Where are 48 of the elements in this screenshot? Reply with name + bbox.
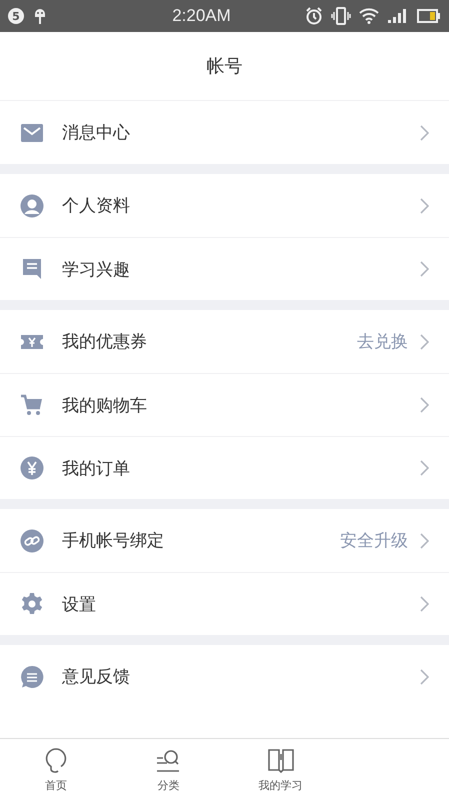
chevron-icon: [420, 668, 429, 684]
menu-item[interactable]: 意见反馈: [0, 645, 449, 708]
menu-item[interactable]: 设置: [0, 572, 449, 635]
wifi-icon: [359, 8, 379, 24]
menu-label: 设置: [62, 594, 97, 616]
page-title: 帐号: [206, 55, 242, 78]
tab-item[interactable]: 首页: [0, 739, 112, 800]
menu-label: 个人资料: [62, 195, 131, 217]
link-icon: [20, 528, 44, 552]
menu-item[interactable]: 我的订单: [0, 436, 449, 499]
person-icon: [20, 194, 44, 218]
yen-icon: [20, 456, 44, 480]
menu-item[interactable]: 个人资料: [0, 174, 449, 237]
menu-item[interactable]: 消息中心: [0, 101, 449, 164]
vibrate-icon: [331, 7, 351, 25]
menu-item[interactable]: 手机帐号绑定 安全升级: [0, 509, 449, 572]
book-icon: [266, 746, 296, 776]
tab-item[interactable]: 分类: [112, 739, 224, 800]
chevron-icon: [420, 334, 429, 350]
chevron-icon: [420, 532, 429, 548]
chevron-icon: [420, 261, 429, 277]
menu-item[interactable]: 学习兴趣: [0, 237, 449, 300]
settings-icon: [20, 592, 44, 616]
tab-item[interactable]: 我的学习: [224, 739, 337, 800]
menu-hint: 去兑换: [357, 331, 408, 353]
status-time: 2:20AM: [172, 6, 231, 26]
menu-label: 我的订单: [62, 458, 131, 480]
menu-label: 消息中心: [62, 122, 131, 144]
alarm-icon: [305, 7, 323, 25]
notification-badge: 5: [8, 8, 24, 24]
chat-icon: [20, 664, 44, 688]
menu-label: 我的优惠券: [62, 331, 148, 353]
menu-label: 手机帐号绑定: [62, 530, 165, 552]
chevron-icon: [420, 397, 429, 413]
battery-icon: [417, 9, 441, 23]
signal-icon: [387, 8, 409, 24]
menu-label: 我的购物车: [62, 394, 148, 416]
chevron-icon: [420, 460, 429, 476]
cart-icon: [20, 393, 44, 417]
menu-label: 意见反馈: [62, 666, 131, 688]
chevron-icon: [420, 596, 429, 612]
chevron-icon: [420, 198, 429, 214]
menu-label: 学习兴趣: [62, 258, 131, 280]
menu-item[interactable]: 我的优惠券 去兑换: [0, 310, 449, 373]
android-icon: [34, 7, 46, 25]
menu-item[interactable]: 我的购物车: [0, 373, 449, 436]
chevron-icon: [420, 124, 429, 140]
menu-hint: 安全升级: [340, 530, 408, 552]
